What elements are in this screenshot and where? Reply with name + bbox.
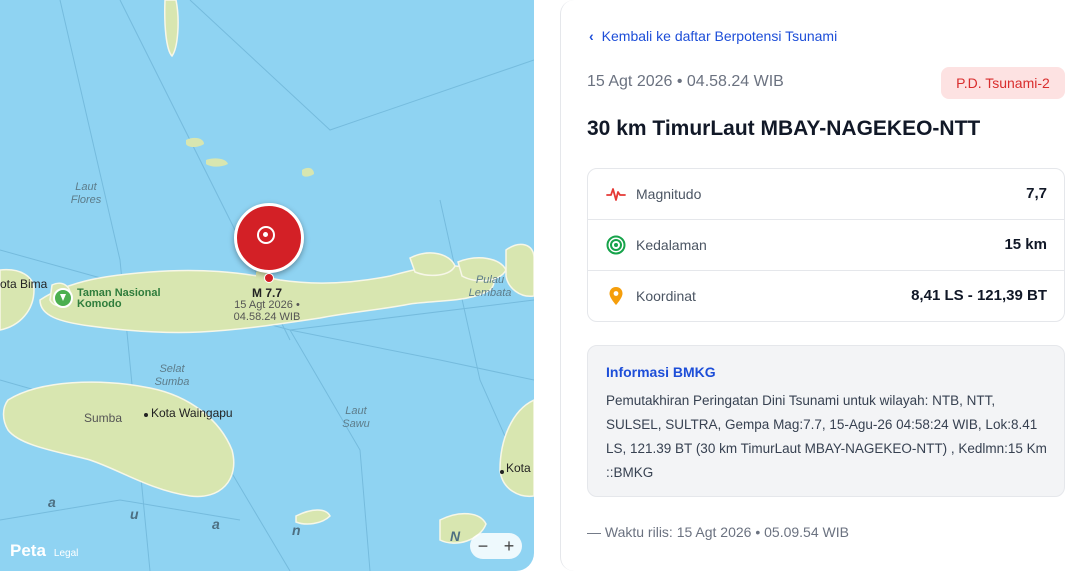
quake-time-label: 04.58.24 WIB	[233, 311, 301, 323]
zoom-out-button[interactable]: −	[478, 536, 489, 557]
bmkg-info-box: Informasi BMKG Pemutakhiran Peringatan D…	[587, 345, 1065, 497]
sea-letter: N	[450, 528, 461, 544]
park-komodo-label: Taman Nasional Komodo	[77, 287, 161, 310]
sea-letter: u	[130, 506, 139, 522]
quake-info-card: Magnitudo 7,7 Kedalaman 15 km Koordinat …	[587, 168, 1065, 322]
magnitude-label: Magnitudo	[636, 186, 702, 202]
bmkg-info-text: Pemutakhiran Peringatan Dini Tsunami unt…	[606, 393, 1047, 480]
depth-label: Kedalaman	[636, 237, 707, 253]
depth-row: Kedalaman 15 km	[588, 220, 1064, 271]
place-waingapu: Kota Waingapu	[151, 406, 233, 420]
back-link[interactable]: ‹ Kembali ke daftar Berpotensi Tsunami	[589, 28, 837, 44]
depth-value: 15 km	[1004, 236, 1047, 253]
map-attribution: Peta Legal	[10, 541, 78, 561]
laut-sawu-label: Laut Sawu	[342, 405, 370, 430]
quake-date-label: 15 Agt 2026 •	[234, 299, 300, 311]
bmkg-info-title: Informasi BMKG	[606, 364, 716, 380]
sea-letter: n	[292, 522, 301, 538]
sea-letter: a	[212, 516, 220, 532]
release-time: — Waktu rilis: 15 Agt 2026 • 05.09.54 WI…	[587, 524, 849, 540]
pulse-icon	[606, 188, 626, 201]
coordinate-row: Koordinat 8,41 LS - 121,39 BT	[588, 271, 1064, 322]
coordinate-value: 8,41 LS - 121,39 BT	[911, 287, 1047, 304]
magnitude-row: Magnitudo 7,7	[588, 169, 1064, 220]
laut-flores-label: Laut Flores	[70, 181, 102, 206]
sea-letter: a	[48, 494, 56, 510]
map-view[interactable]: Laut Flores Selat Sumba Laut Sawu Pulau Lemb…	[0, 0, 534, 571]
event-datetime: 15 Agt 2026 • 04.58.24 WIB	[587, 73, 784, 90]
depth-target-icon	[606, 235, 626, 255]
place-sumba: Sumba	[84, 411, 123, 425]
tsunami-status-badge: P.D. Tsunami-2	[941, 67, 1065, 99]
place-kota-right: Kota	[506, 461, 531, 475]
legal-link[interactable]: Legal	[54, 548, 78, 559]
page-title: 30 km TimurLaut MBAY-NAGEKEO-NTT	[587, 117, 981, 140]
detail-panel: ‹ Kembali ke daftar Berpotensi Tsunami 15…	[560, 0, 1080, 571]
earthquake-marker-icon[interactable]	[234, 203, 304, 273]
zoom-in-button[interactable]: +	[504, 536, 515, 557]
attribution-text: Peta	[10, 541, 46, 560]
back-link-label: Kembali ke daftar Berpotensi Tsunami	[601, 28, 838, 44]
coordinate-label: Koordinat	[636, 288, 696, 304]
earthquake-map-label: M 7.7 15 Agt 2026 • 04.58.24 WIB	[225, 287, 309, 323]
location-pin-icon	[609, 287, 623, 305]
magnitude-value: 7,7	[1026, 185, 1047, 202]
quake-magnitude-label: M 7.7	[251, 286, 282, 300]
pulau-lembata-label: Pulau Lembata	[468, 274, 512, 299]
chevron-left-icon: ‹	[589, 28, 594, 44]
earthquake-epicenter-dot	[264, 273, 274, 283]
place-bima: ota Bima	[0, 277, 48, 291]
zoom-control: − +	[470, 533, 522, 559]
park-pin-icon[interactable]	[53, 288, 73, 308]
selat-sumba-label: Selat Sumba	[154, 363, 190, 388]
